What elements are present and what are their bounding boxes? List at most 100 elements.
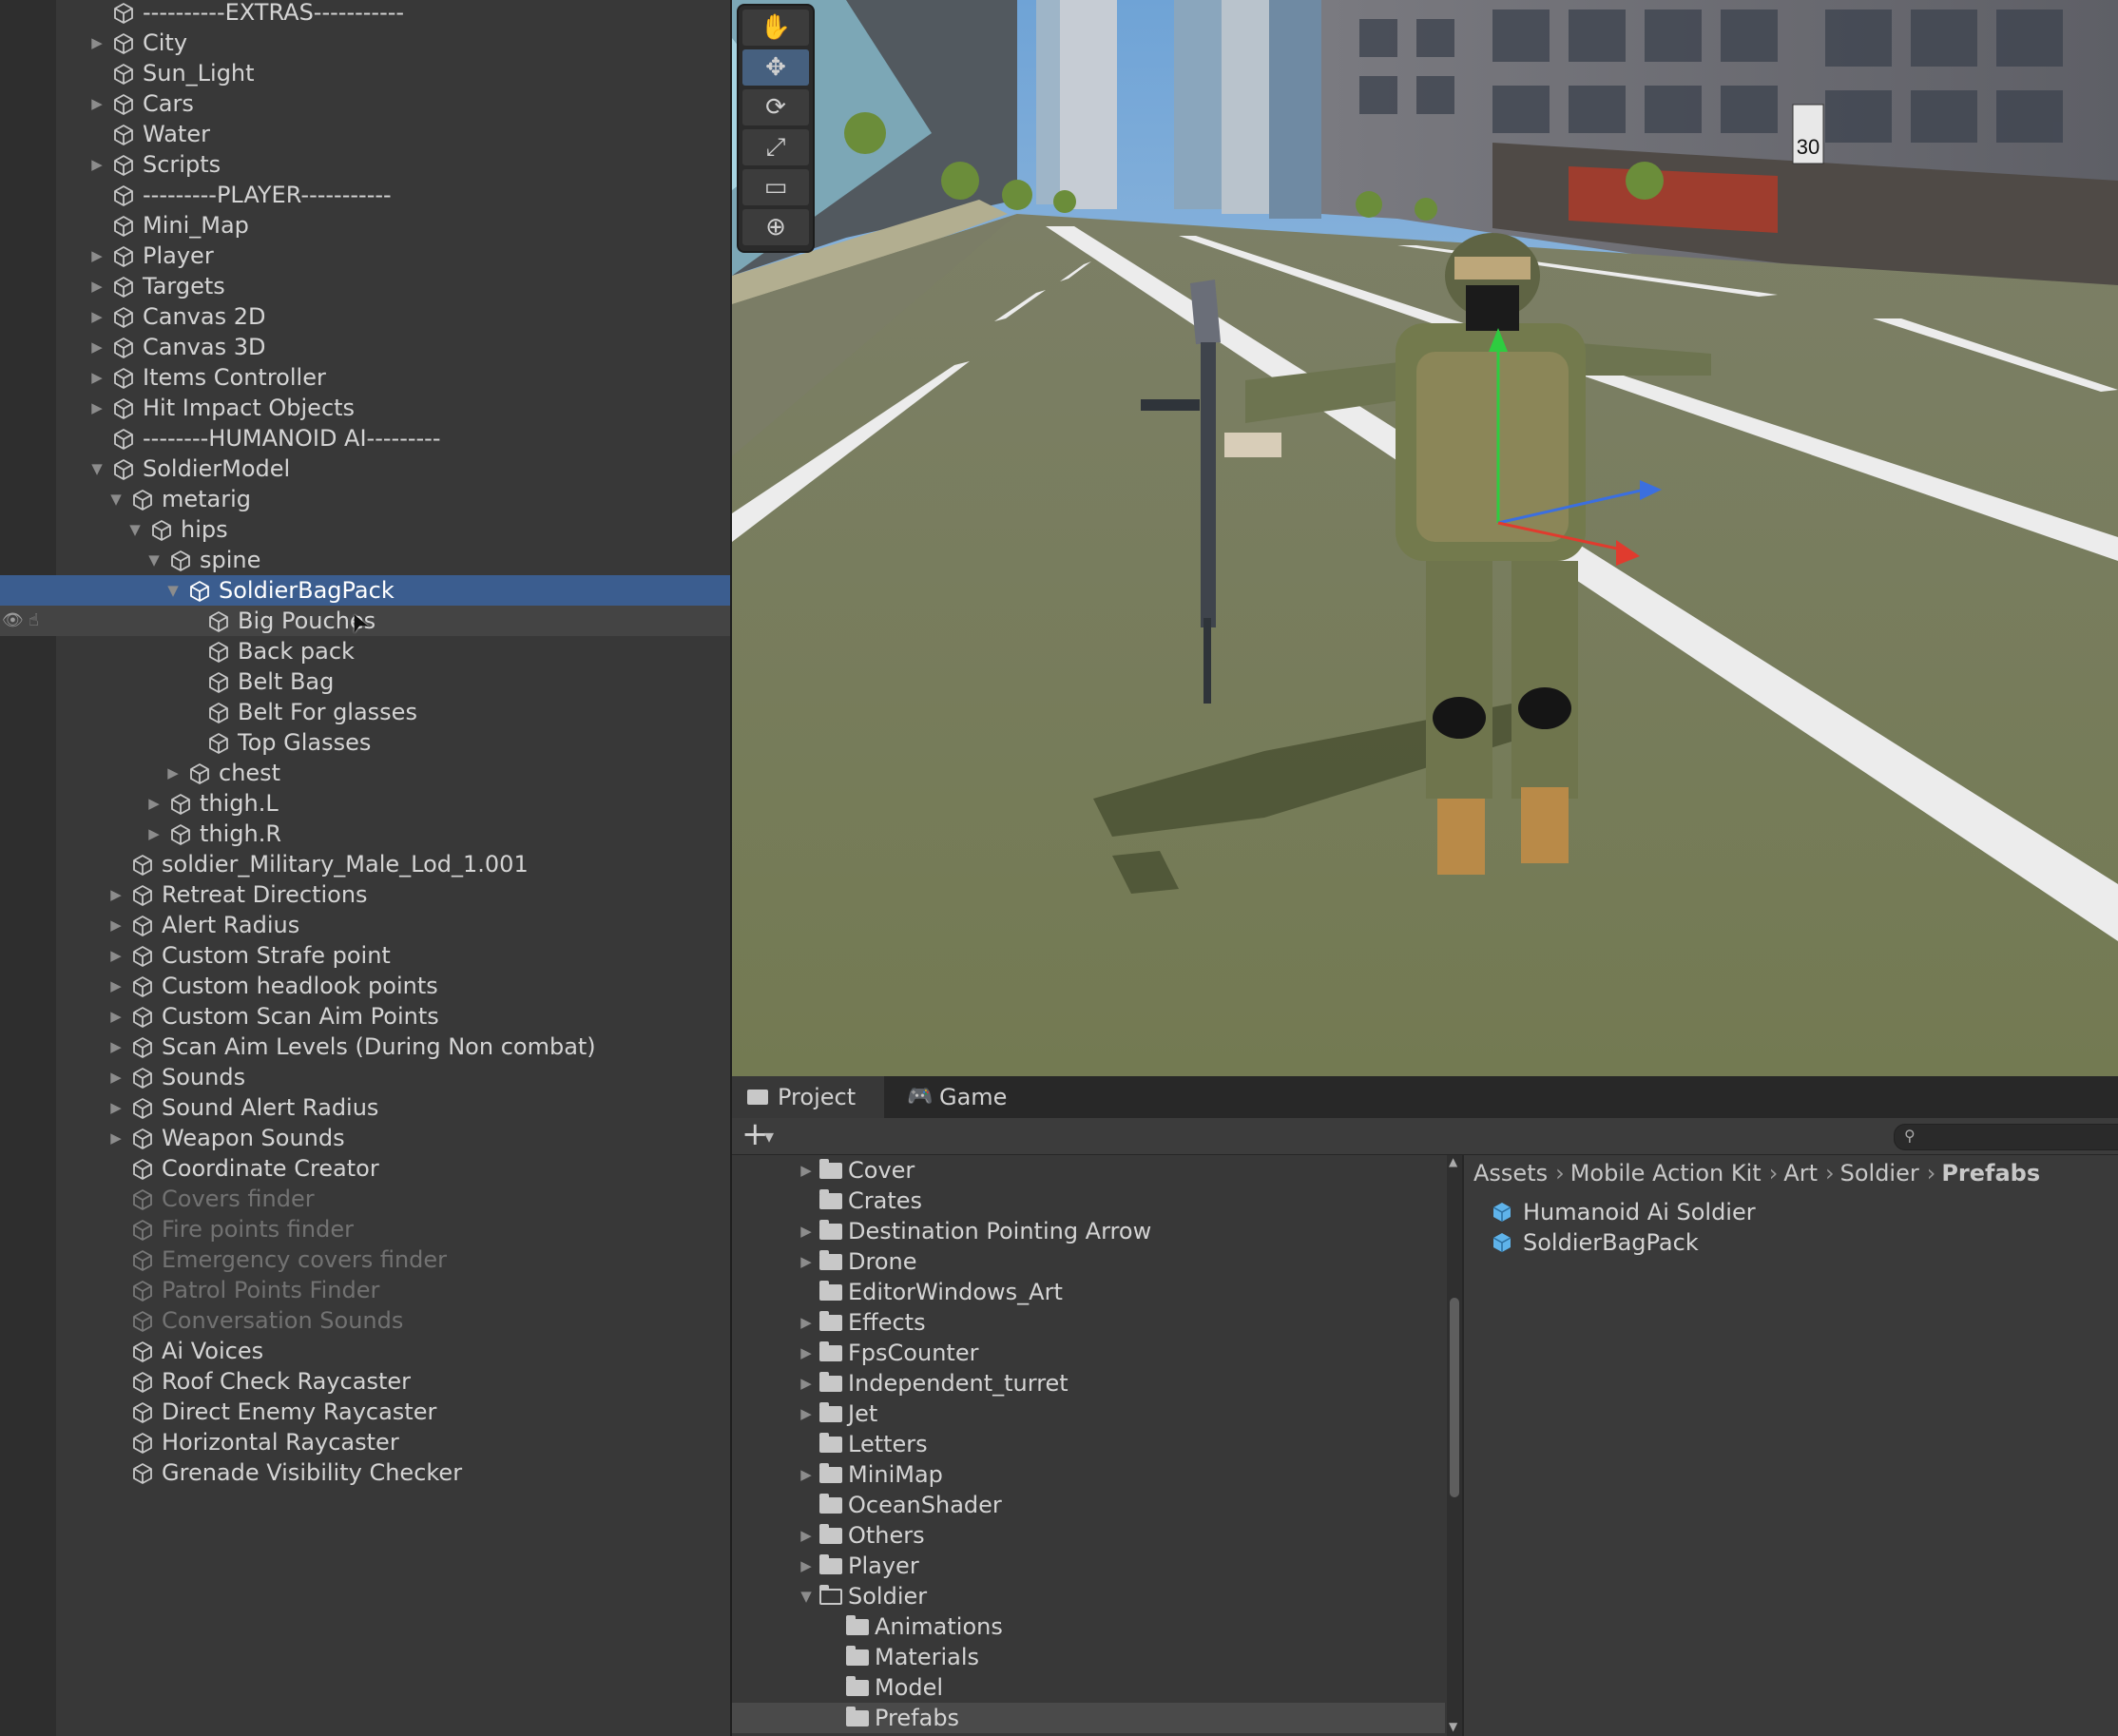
hand-tool-button[interactable]: ✋ <box>742 10 809 46</box>
expand-arrow-icon[interactable]: ▼ <box>144 545 164 575</box>
collapse-arrow-icon[interactable]: ▶ <box>87 332 106 362</box>
hierarchy-item[interactable]: soldier_Military_Male_Lod_1.001 <box>0 849 730 879</box>
hierarchy-item[interactable]: Coordinate Creator <box>0 1153 730 1184</box>
hierarchy-item[interactable]: Conversation Sounds <box>0 1305 730 1336</box>
hierarchy-item[interactable]: Emergency covers finder <box>0 1244 730 1275</box>
folder-item[interactable]: ▶ Cover <box>732 1155 1445 1186</box>
hierarchy-item[interactable]: Ai Voices <box>0 1336 730 1366</box>
hierarchy-item[interactable]: ----------EXTRAS----------- <box>0 0 730 28</box>
collapse-arrow-icon[interactable]: ▶ <box>87 301 106 332</box>
collapse-arrow-icon[interactable]: ▶ <box>797 1398 816 1429</box>
expand-arrow-icon[interactable]: ▼ <box>106 484 125 514</box>
scroll-down-icon[interactable]: ▼ <box>1449 1720 1457 1733</box>
hierarchy-item[interactable]: Big Pouches 👁 ☝ ➤ <box>0 606 730 638</box>
expand-arrow-icon[interactable]: ▼ <box>87 453 106 484</box>
scale-tool-button[interactable]: ⤢ <box>742 129 809 165</box>
folder-item[interactable]: ▼ Soldier <box>732 1581 1445 1611</box>
hierarchy-item[interactable]: Roof Check Raycaster <box>0 1366 730 1397</box>
folder-scrollbar[interactable]: ▲ ▼ <box>1447 1155 1462 1736</box>
collapse-arrow-icon[interactable]: ▶ <box>87 241 106 271</box>
collapse-arrow-icon[interactable]: ▶ <box>106 940 125 971</box>
collapse-arrow-icon[interactable]: ▶ <box>106 1062 125 1092</box>
scroll-up-icon[interactable]: ▲ <box>1449 1155 1457 1168</box>
hierarchy-item[interactable]: ▶ thigh.R <box>0 819 730 849</box>
folder-item[interactable]: ▶ FpsCounter <box>732 1338 1445 1368</box>
rect-tool-button[interactable]: ▭ <box>742 169 809 205</box>
hierarchy-item[interactable]: Grenade Visibility Checker <box>0 1457 730 1488</box>
collapse-arrow-icon[interactable]: ▶ <box>87 362 106 393</box>
folder-item[interactable]: OceanShader <box>732 1490 1445 1520</box>
collapse-arrow-icon[interactable]: ▶ <box>164 758 183 788</box>
hierarchy-item[interactable]: ▶ Cars <box>0 88 730 119</box>
folder-item[interactable]: Model <box>732 1672 1445 1703</box>
folder-item[interactable]: ▶ MiniMap <box>732 1459 1445 1490</box>
scene-view[interactable]: 30 <box>732 0 2118 1076</box>
hierarchy-item[interactable]: Belt Bag <box>0 666 730 697</box>
collapse-arrow-icon[interactable]: ▶ <box>87 88 106 119</box>
expand-arrow-icon[interactable]: ▼ <box>164 575 183 606</box>
hierarchy-item[interactable]: Sun_Light <box>0 58 730 88</box>
hierarchy-item[interactable]: Belt For glasses <box>0 697 730 727</box>
hierarchy-item[interactable]: ▶ chest <box>0 758 730 788</box>
expand-arrow-icon[interactable]: ▼ <box>125 514 144 545</box>
collapse-arrow-icon[interactable]: ▶ <box>144 819 164 849</box>
folder-scroll-thumb[interactable] <box>1450 1298 1459 1497</box>
move-tool-button[interactable]: ✥ <box>742 49 809 86</box>
hierarchy-item[interactable]: ▶ Scripts <box>0 149 730 180</box>
folder-item[interactable]: ▶ Destination Pointing Arrow <box>732 1216 1445 1246</box>
collapse-arrow-icon[interactable]: ▶ <box>106 1001 125 1032</box>
collapse-arrow-icon[interactable]: ▶ <box>87 28 106 58</box>
hierarchy-item[interactable]: ▶ City <box>0 28 730 58</box>
collapse-arrow-icon[interactable]: ▶ <box>797 1520 816 1551</box>
hierarchy-item[interactable]: ▶ Hit Impact Objects <box>0 393 730 423</box>
collapse-arrow-icon[interactable]: ▶ <box>797 1216 816 1246</box>
hierarchy-item[interactable]: ▶ Weapon Sounds <box>0 1123 730 1153</box>
hierarchy-item[interactable]: ▶ thigh.L <box>0 788 730 819</box>
hierarchy-item[interactable]: Fire points finder <box>0 1214 730 1244</box>
folder-item[interactable]: EditorWindows_Art <box>732 1277 1445 1307</box>
folder-item[interactable]: ▶ Drone <box>732 1246 1445 1277</box>
folder-item[interactable]: ▶ Others <box>732 1520 1445 1551</box>
hierarchy-item[interactable]: ▶ Alert Radius <box>0 910 730 940</box>
hierarchy-item[interactable]: Water <box>0 119 730 149</box>
search-input[interactable]: ⚲ <box>1894 1124 2118 1150</box>
folder-item[interactable]: Crates <box>732 1186 1445 1216</box>
hierarchy-item[interactable]: ▼ metarig <box>0 484 730 514</box>
hierarchy-item[interactable]: ▼ SoldierBagPack <box>0 575 730 606</box>
hierarchy-item[interactable]: ▶ Custom headlook points <box>0 971 730 1001</box>
folder-item[interactable]: Animations <box>732 1611 1445 1642</box>
collapse-arrow-icon[interactable]: ▶ <box>144 788 164 819</box>
transform-tool-button[interactable]: ⊕ <box>742 209 809 245</box>
rotate-tool-button[interactable]: ⟳ <box>742 89 809 125</box>
breadcrumb-item[interactable]: Assets <box>1473 1160 1548 1186</box>
hierarchy-item[interactable]: ▼ SoldierModel <box>0 453 730 484</box>
hierarchy-item[interactable]: ▶ Sounds <box>0 1062 730 1092</box>
collapse-arrow-icon[interactable]: ▶ <box>106 879 125 910</box>
collapse-arrow-icon[interactable]: ▶ <box>87 271 106 301</box>
expand-arrow-icon[interactable]: ▼ <box>797 1581 816 1611</box>
hierarchy-item[interactable]: Covers finder <box>0 1184 730 1214</box>
collapse-arrow-icon[interactable]: ▶ <box>797 1551 816 1581</box>
hierarchy-item[interactable]: ▶ Custom Strafe point <box>0 940 730 971</box>
folder-item[interactable]: ▶ Jet <box>732 1398 1445 1429</box>
hierarchy-item[interactable]: ▶ Items Controller <box>0 362 730 393</box>
hierarchy-item[interactable]: ---------PLAYER----------- <box>0 180 730 210</box>
collapse-arrow-icon[interactable]: ▶ <box>797 1246 816 1277</box>
collapse-arrow-icon[interactable]: ▶ <box>106 1032 125 1062</box>
folder-item[interactable]: ▶ Player <box>732 1551 1445 1581</box>
collapse-arrow-icon[interactable]: ▶ <box>797 1155 816 1186</box>
collapse-arrow-icon[interactable]: ▶ <box>106 1123 125 1153</box>
tab-game[interactable]: 🎮 Game <box>894 1076 1036 1118</box>
hierarchy-item[interactable]: ▶ Sound Alert Radius <box>0 1092 730 1123</box>
hierarchy-item[interactable]: ▶ Retreat Directions <box>0 879 730 910</box>
hierarchy-item[interactable]: Mini_Map <box>0 210 730 241</box>
hierarchy-item[interactable]: --------HUMANOID AI--------- <box>0 423 730 453</box>
collapse-arrow-icon[interactable]: ▶ <box>106 971 125 1001</box>
pickability-hand-icon[interactable]: ☝ <box>29 610 49 631</box>
hierarchy-item[interactable]: ▼ spine <box>0 545 730 575</box>
hierarchy-item[interactable]: ▶ Player <box>0 241 730 271</box>
hierarchy-item[interactable]: ▶ Canvas 2D <box>0 301 730 332</box>
breadcrumb-item[interactable]: Soldier <box>1840 1160 1919 1186</box>
hierarchy-item[interactable]: Horizontal Raycaster <box>0 1427 730 1457</box>
hierarchy-item[interactable]: Top Glasses <box>0 727 730 758</box>
